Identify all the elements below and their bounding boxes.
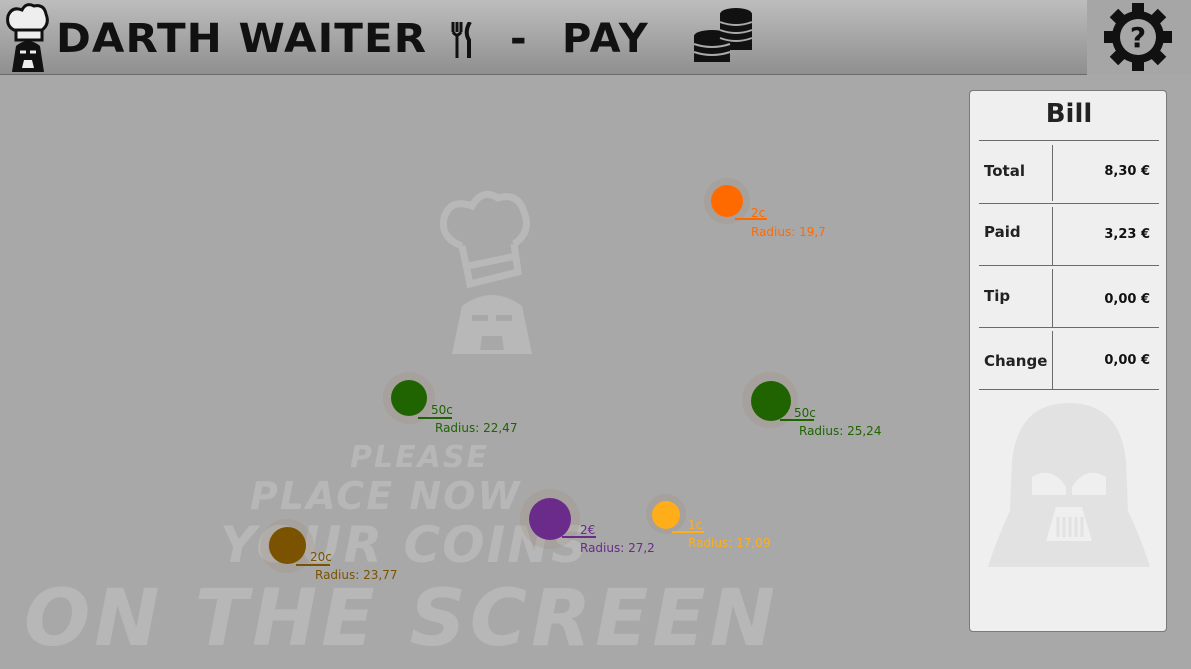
coin-stack-icon: [692, 6, 756, 72]
coin-radius-text: Radius: 23,77: [315, 568, 398, 582]
title-separator: -: [510, 16, 527, 62]
prompt-line-1: PLEASE: [350, 440, 489, 475]
bill-change-label: Change: [984, 352, 1048, 370]
coin-pointer: [296, 564, 330, 566]
prompt-line-4: ON THE SCREEN: [24, 574, 779, 664]
bill-total-label: Total: [984, 162, 1025, 180]
coin-label: 2€: [580, 523, 596, 537]
coin-pointer: [418, 417, 452, 419]
bill-total-value: 8,30 €: [1104, 164, 1150, 179]
coin-radius-text: Radius: 27,2: [580, 541, 655, 555]
svg-text:?: ?: [1130, 21, 1146, 54]
coin-label: 20c: [310, 550, 332, 564]
divider: [1052, 269, 1053, 327]
app-header: DARTH WAITER - PAY ?: [0, 0, 1191, 75]
coin-radius-text: Radius: 17,09: [688, 536, 771, 550]
bill-tip-label: Tip: [984, 287, 1011, 305]
bill-panel: Bill Total 8,30 € Paid 3,23 € Tip 0,00 €…: [969, 90, 1167, 632]
chef-vader-watermark-icon: [432, 186, 542, 360]
section-title: PAY: [562, 16, 650, 62]
bill-title: Bill: [1045, 99, 1093, 129]
divider: [979, 327, 1159, 328]
bill-paid-value: 3,23 €: [1104, 227, 1150, 242]
bill-change-value: 0,00 €: [1104, 353, 1150, 368]
coin-label: 1c: [688, 518, 703, 532]
divider: [979, 265, 1159, 266]
app-title: DARTH WAITER: [56, 14, 427, 64]
app-name: DARTH WAITER: [56, 16, 428, 62]
coin-radius-text: Radius: 19,7: [751, 225, 826, 239]
divider: [1052, 207, 1053, 265]
divider: [979, 389, 1159, 390]
coin-label: 50c: [794, 406, 816, 420]
prompt-line-2: PLACE NOW: [250, 474, 522, 518]
coin-placement-area[interactable]: PLEASE PLACE NOW YOUR COINS ON THE SCREE…: [0, 76, 960, 669]
coin-label: 2c: [751, 206, 766, 220]
bill-tip-value: 0,00 €: [1104, 292, 1150, 307]
vader-watermark-icon: [982, 391, 1156, 575]
coin-marker[interactable]: [711, 185, 743, 217]
divider: [1052, 331, 1053, 389]
coin-label: 50c: [431, 403, 453, 417]
coin-radius-text: Radius: 22,47: [435, 421, 518, 435]
coin-marker[interactable]: [751, 381, 791, 421]
coin-marker[interactable]: [269, 527, 306, 564]
divider: [1052, 145, 1053, 201]
coin-marker[interactable]: [529, 498, 571, 540]
fork-knife-icon: [450, 20, 476, 62]
coin-marker[interactable]: [391, 380, 427, 416]
coin-radius-text: Radius: 25,24: [799, 424, 882, 438]
divider: [979, 203, 1159, 204]
coin-marker[interactable]: [652, 501, 680, 529]
vader-chef-logo-icon: [4, 2, 52, 78]
bill-paid-label: Paid: [984, 223, 1021, 241]
divider: [979, 140, 1159, 141]
help-gear-icon[interactable]: ?: [1102, 2, 1174, 76]
